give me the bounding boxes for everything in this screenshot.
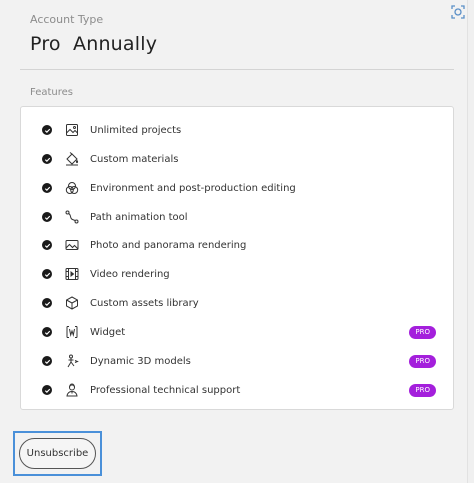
feature-item: Custom assets library [21, 289, 453, 317]
feature-item: Environment and post-production editing [21, 174, 453, 202]
feature-label: Unlimited projects [90, 124, 182, 136]
paint-bucket-icon [65, 152, 79, 166]
dynamic-model-icon [65, 354, 79, 368]
account-type-value: Pro Annually [30, 33, 157, 55]
divider [20, 69, 454, 70]
check-icon [42, 240, 52, 250]
feature-item: Custom materials [21, 145, 453, 173]
feature-label: Dynamic 3D models [90, 355, 191, 367]
color-circles-icon [65, 181, 79, 195]
feature-item: Path animation tool [21, 203, 453, 231]
feature-item: Photo and panorama rendering [21, 231, 453, 259]
check-icon [42, 125, 52, 135]
feature-item: Dynamic 3D models PRO [21, 347, 453, 375]
path-icon [65, 210, 79, 224]
feature-item: Video rendering [21, 260, 453, 288]
expand-icon[interactable] [451, 4, 465, 19]
pro-badge: PRO [409, 354, 436, 368]
photo-icon [65, 238, 79, 252]
feature-label: Custom assets library [90, 297, 199, 309]
pro-badge: PRO [409, 325, 436, 339]
billing-period: Annually [73, 33, 158, 55]
check-icon [42, 183, 52, 193]
check-icon [42, 327, 52, 337]
feature-label: Professional technical support [90, 384, 241, 396]
feature-item: Unlimited projects [21, 116, 453, 144]
account-panel: Account Type Pro Annually Features Unlim… [0, 0, 468, 483]
feature-label: Video rendering [90, 268, 170, 280]
feature-label: Environment and post-production editing [90, 182, 296, 194]
feature-label: Widget [90, 326, 126, 338]
feature-label: Path animation tool [90, 211, 188, 223]
cube-icon [65, 296, 79, 310]
check-icon [42, 154, 52, 164]
image-frame-icon [65, 123, 79, 137]
features-label: Features [30, 87, 73, 98]
feature-label: Photo and panorama rendering [90, 239, 247, 251]
check-icon [42, 269, 52, 279]
features-list: Unlimited projects Custom materials Envi… [20, 106, 454, 410]
feature-item: Professional technical support PRO [21, 376, 453, 404]
account-type-label: Account Type [30, 13, 104, 26]
unsubscribe-button[interactable]: Unsubscribe [19, 438, 96, 469]
plan-name: Pro [30, 33, 61, 55]
check-icon [42, 212, 52, 222]
feature-label: Custom materials [90, 153, 179, 165]
pro-badge: PRO [409, 383, 436, 397]
support-icon [65, 383, 79, 397]
feature-item: Widget PRO [21, 318, 453, 346]
check-icon [42, 298, 52, 308]
check-icon [42, 385, 52, 395]
film-icon [65, 267, 79, 281]
widget-icon [65, 325, 79, 339]
check-icon [42, 356, 52, 366]
